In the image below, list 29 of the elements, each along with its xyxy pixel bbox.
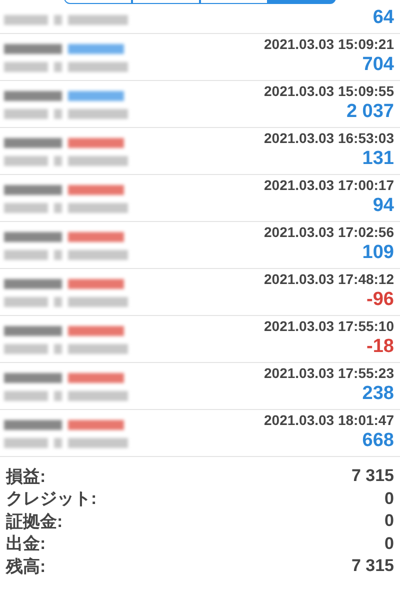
trade-time: 2021.03.03 15:09:21 [264, 36, 394, 52]
summary-label: 出金: [6, 533, 46, 556]
trade-time: 2021.03.03 15:09:55 [264, 83, 394, 99]
trade-profit: -18 [366, 336, 394, 358]
trade-time: 2021.03.03 17:48:12 [264, 271, 394, 287]
trade-time: 2021.03.03 17:02:56 [264, 224, 394, 240]
trade-profit: 2 037 [346, 101, 394, 123]
trade-profit: 64 [372, 7, 394, 29]
trade-profit: 238 [362, 383, 394, 405]
trade-profit: 668 [362, 430, 394, 452]
summary-label: クレジット: [6, 488, 97, 510]
summary-label: 損益: [6, 466, 46, 488]
summary-value: 0 [384, 511, 394, 532]
summary-value: 0 [384, 488, 394, 509]
trade-time: 2021.03.03 17:55:23 [264, 365, 394, 381]
summary-value: 7 315 [351, 556, 394, 576]
summary-label: 残高: [6, 556, 46, 578]
trade-profit: 94 [372, 195, 394, 217]
trade-profit: 131 [362, 148, 394, 170]
trade-profit: -96 [366, 289, 394, 311]
trade-time: 2021.03.03 17:00:17 [264, 177, 394, 193]
summary-label: 証拠金: [6, 510, 63, 533]
trade-profit: 704 [362, 54, 394, 76]
trade-time: 2021.03.03 18:01:47 [264, 412, 394, 428]
trade-time: 2021.03.03 17:55:10 [264, 318, 394, 334]
trade-profit: 109 [362, 242, 394, 264]
summary-value: 7 315 [351, 466, 394, 486]
summary-value: 0 [384, 534, 394, 554]
trade-time: 2021.03.03 16:53:03 [264, 130, 394, 146]
